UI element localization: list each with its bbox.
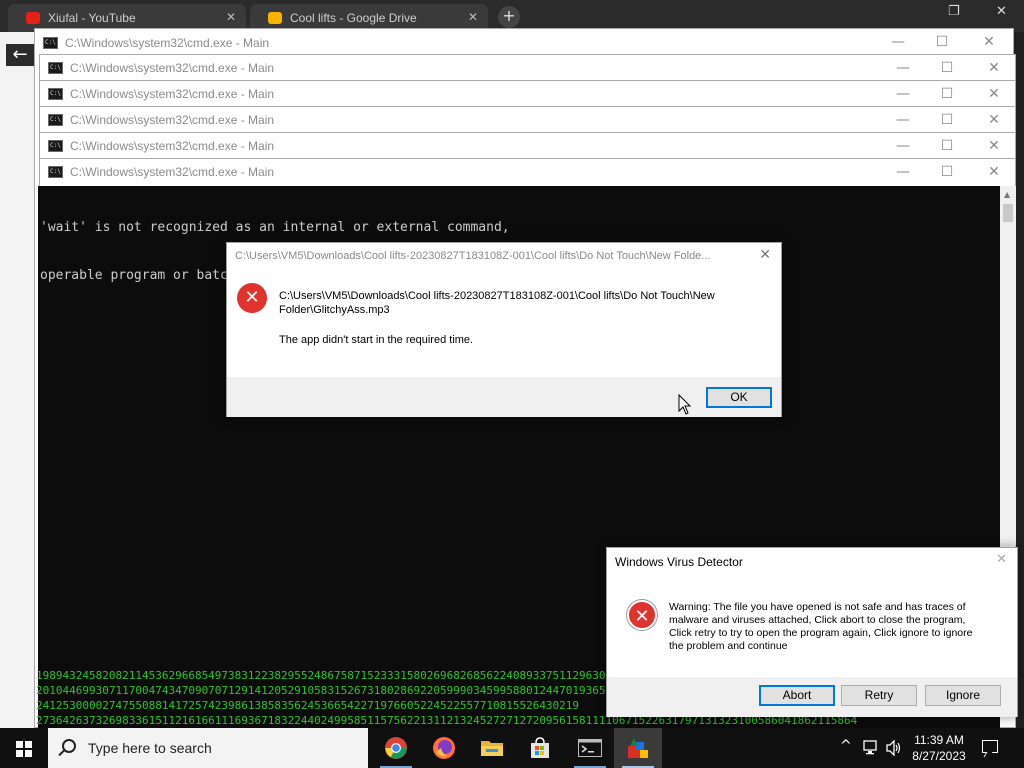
clock-date: 8/27/2023 [912,749,966,763]
console-line: 'wait' is not recognized as an internal … [40,220,510,235]
desktop: Xiufal - YouTube ✕ Cool lifts - Google D… [0,0,1024,768]
store-taskbar-button[interactable] [516,728,564,768]
taskbar: Type here to search ^ 11:39 AM 8/27/2023 [0,728,1024,768]
terminal-icon [578,739,602,757]
new-tab-button[interactable]: + [498,6,520,28]
app-taskbar-button[interactable] [614,728,662,768]
network-icon[interactable] [862,740,880,756]
search-placeholder: Type here to search [88,740,212,756]
scroll-thumb[interactable] [1003,204,1013,222]
console-scrollbar[interactable]: ▲ [1000,186,1016,546]
cmd-icon: C:\ [48,88,63,100]
start-button[interactable] [0,728,48,768]
close-icon[interactable]: ✕ [996,4,1007,19]
close-icon[interactable]: ✕ [759,247,771,263]
store-icon [531,737,549,758]
cmd-icon: C:\ [48,62,63,74]
maximize-icon[interactable]: ☐ [924,109,970,131]
cmd-title: C:\Windows\system32\cmd.exe - Main [70,165,275,179]
cmd-title: C:\Windows\system32\cmd.exe - Main [70,61,275,75]
browser-page [0,32,36,732]
clock-time: 11:39 AM [914,733,964,747]
close-icon[interactable]: ✕ [966,31,1012,53]
scroll-up-icon[interactable]: ▲ [1004,190,1010,199]
minimize-icon[interactable]: — [880,135,926,157]
dialog-footer: Abort Retry Ignore [607,677,1017,717]
browser-tab-label: Cool lifts - Google Drive [290,11,417,25]
maximize-icon[interactable]: ☐ [919,31,965,53]
cmd-title: C:\Windows\system32\cmd.exe - Main [70,87,275,101]
abort-button[interactable]: Abort [759,685,835,706]
chrome-icon [385,737,407,759]
minimize-icon[interactable]: — [880,161,926,183]
taskbar-clock[interactable]: 11:39 AM 8/27/2023 [904,732,974,764]
close-icon[interactable]: ✕ [971,57,1017,79]
cmd-title: C:\Windows\system32\cmd.exe - Main [70,113,275,127]
dialog-title: Windows Virus Detector [615,555,743,569]
close-icon[interactable]: ✕ [226,10,236,24]
minimize-icon[interactable]: — [875,31,921,53]
cmd-title-bar[interactable]: C:\ C:\Windows\system32\cmd.exe - Main —… [40,107,1015,133]
dialog-title: C:\Users\VM5\Downloads\Cool lifts-202308… [235,250,711,262]
close-icon[interactable]: ✕ [971,135,1017,157]
chevron-up-icon[interactable]: ^ [840,738,852,768]
maximize-icon[interactable]: ☐ [924,135,970,157]
cmd-title-bar[interactable]: C:\ C:\Windows\system32\cmd.exe - Main —… [40,159,1015,185]
retry-button[interactable]: Retry [841,685,917,706]
back-arrow-icon[interactable]: ← [6,44,34,66]
firefox-taskbar-button[interactable] [420,728,468,768]
taskbar-search-box[interactable]: Type here to search [48,728,368,768]
search-icon [62,739,76,753]
close-icon[interactable]: ✕ [996,552,1007,567]
cmd-title-bar[interactable]: C:\ C:\Windows\system32\cmd.exe - Main —… [40,81,1015,107]
maximize-icon[interactable]: ☐ [924,83,970,105]
chrome-taskbar-button[interactable] [372,728,420,768]
error-icon: ✕ [237,283,267,313]
cmd-icon: C:\ [48,114,63,126]
maximize-icon[interactable]: ☐ [924,161,970,183]
cmd-title-bar[interactable]: C:\ C:\Windows\system32\cmd.exe - Main —… [35,29,1013,55]
cmd-icon: C:\ [48,166,63,178]
folder-icon [481,741,503,756]
minimize-icon[interactable]: — [880,109,926,131]
mouse-cursor-icon [678,394,692,415]
cmd-title: C:\Windows\system32\cmd.exe - Main [70,139,275,153]
close-icon[interactable]: ✕ [971,161,1017,183]
virus-dialog[interactable]: Windows Virus Detector ✕ ✕ Warning: The … [606,547,1018,717]
browser-tab-label: Xiufal - YouTube [48,11,136,25]
volume-icon[interactable] [885,740,903,756]
cmd-title: C:\Windows\system32\cmd.exe - Main [65,36,270,50]
youtube-icon [26,12,40,24]
application-icon [628,738,648,758]
minimize-icon[interactable]: — [880,83,926,105]
cmd-icon: C:\ [48,140,63,152]
error-message: C:\Users\VM5\Downloads\Cool lifts-202308… [279,290,715,316]
maximize-icon[interactable]: ☐ [924,57,970,79]
cmd-taskbar-button[interactable] [566,728,614,768]
error-dialog[interactable]: C:\Users\VM5\Downloads\Cool lifts-202308… [226,242,782,417]
file-explorer-taskbar-button[interactable] [468,728,516,768]
virus-warning-message: Warning: The file you have opened is not… [669,601,973,652]
firefox-icon [433,737,455,759]
close-icon[interactable]: ✕ [468,10,478,24]
cmd-title-bar[interactable]: C:\ C:\Windows\system32\cmd.exe - Main —… [40,55,1015,81]
restore-icon[interactable]: ❐ [948,4,960,19]
close-icon[interactable]: ✕ [971,109,1017,131]
error-icon: ✕ [627,600,657,630]
ignore-button[interactable]: Ignore [925,685,1001,706]
windows-logo-icon [16,741,32,757]
minimize-icon[interactable]: — [880,57,926,79]
google-drive-icon [268,12,282,24]
cmd-icon: C:\ [43,37,58,49]
ok-button[interactable]: OK [706,387,772,408]
dialog-footer: OK [227,377,781,417]
error-detail: The app didn't start in the required tim… [279,334,474,346]
close-icon[interactable]: ✕ [971,83,1017,105]
notification-icon[interactable] [982,740,998,753]
cmd-title-bar[interactable]: C:\ C:\Windows\system32\cmd.exe - Main —… [40,133,1015,159]
